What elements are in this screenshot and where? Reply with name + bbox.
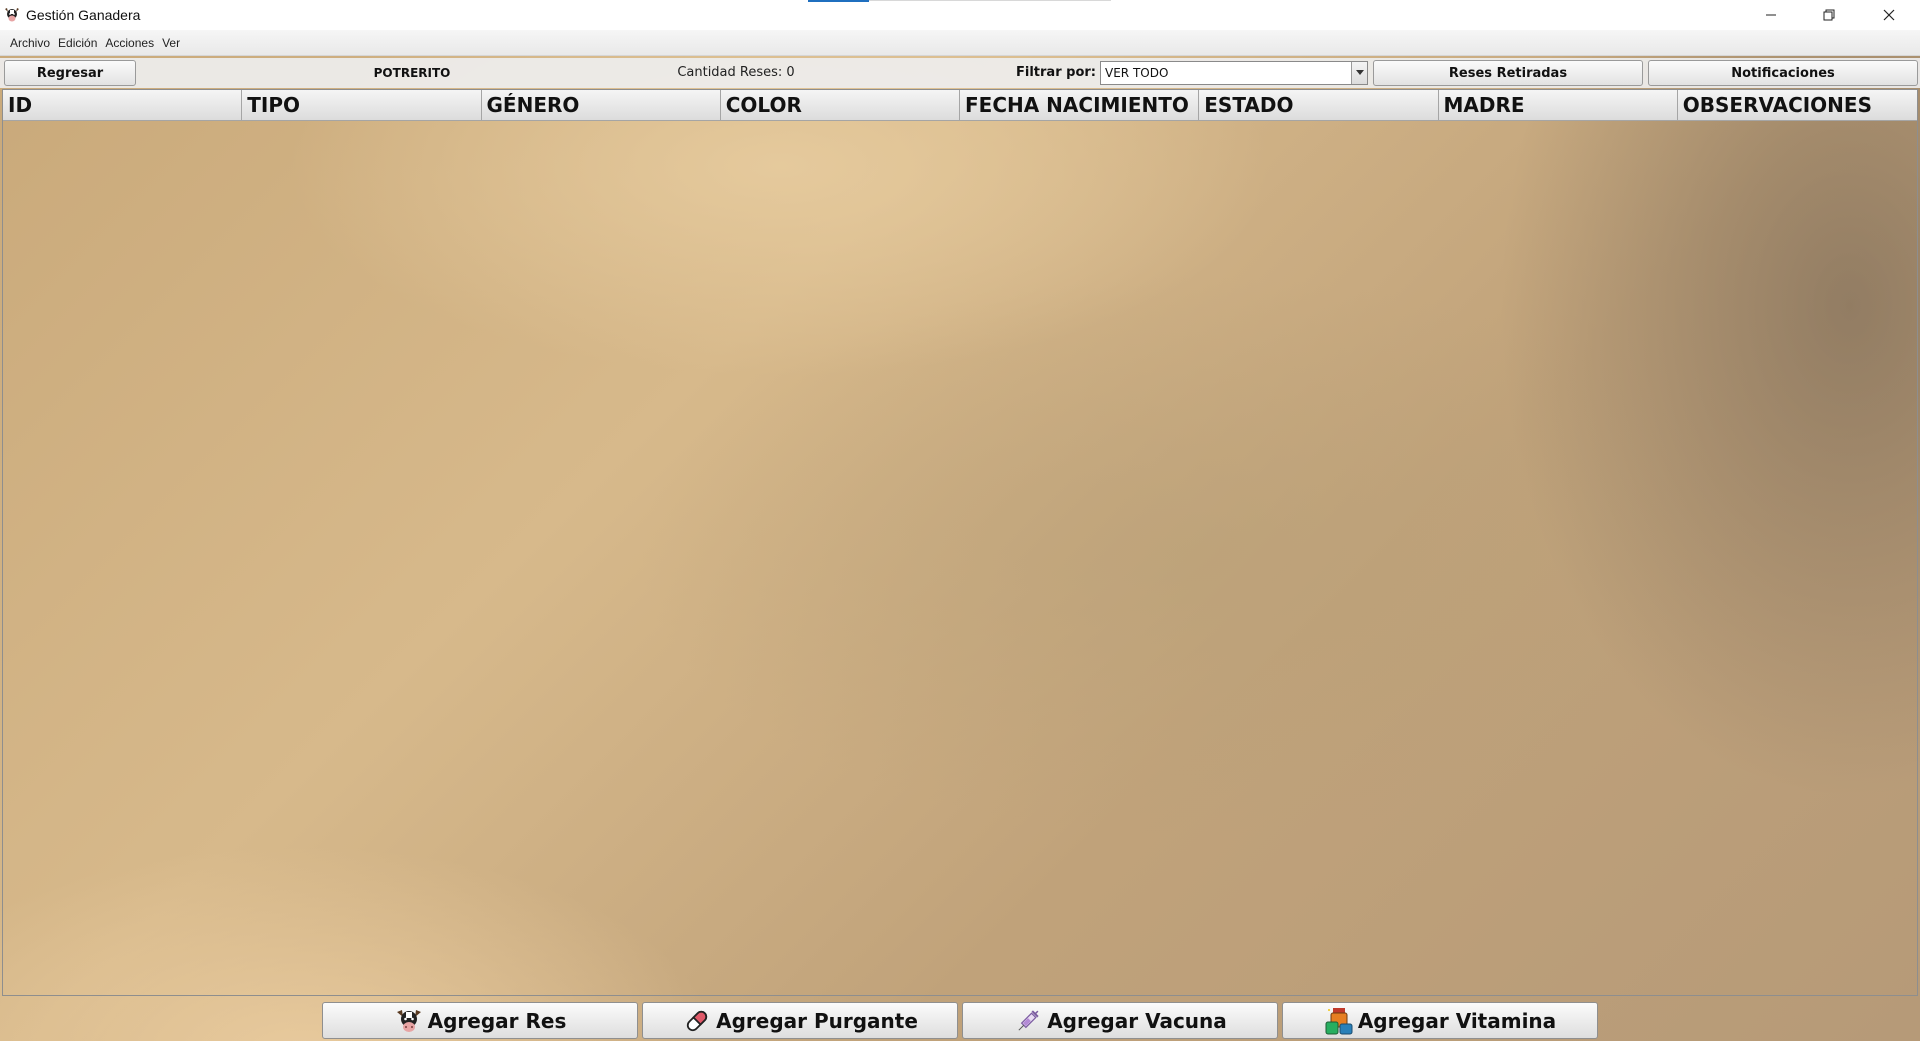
restore-button[interactable] (1800, 0, 1858, 30)
menu-bar: Archivo Edición Acciones Ver (0, 30, 1920, 56)
filter-label: Filtrar por: (1016, 65, 1096, 80)
taskbar-focus-indicator (808, 0, 869, 2)
action-bar: Agregar Res Agregar Purgante Agregar Vac… (0, 1000, 1920, 1041)
table-header: ID TIPO GÉNERO COLOR FECHA NACIMIENTO ES… (3, 90, 1917, 121)
add-vitamina-button[interactable]: Agregar Vitamina (1282, 1002, 1598, 1039)
minimize-button[interactable] (1742, 0, 1800, 30)
add-vacuna-button[interactable]: Agregar Vacuna (962, 1002, 1278, 1039)
window-title: Gestión Ganadera (26, 7, 141, 23)
close-icon (1883, 9, 1895, 21)
add-vacuna-label: Agregar Vacuna (1047, 1008, 1227, 1033)
close-button[interactable] (1858, 0, 1920, 30)
filter-dropdown[interactable]: VER TODO (1100, 61, 1368, 85)
vitamin-bottles-icon (1324, 1006, 1354, 1036)
column-header-madre[interactable]: MADRE (1438, 90, 1678, 121)
syringe-icon (1013, 1006, 1043, 1036)
cow-head-icon (3, 6, 21, 24)
column-header-estado[interactable]: ESTADO (1199, 90, 1439, 121)
add-res-button[interactable]: Agregar Res (322, 1002, 638, 1039)
notifications-button[interactable]: Notificaciones (1648, 60, 1918, 86)
add-vitamina-label: Agregar Vitamina (1357, 1008, 1557, 1033)
add-res-label: Agregar Res (427, 1008, 567, 1033)
column-header-fecha-nacimiento[interactable]: FECHA NACIMIENTO (960, 90, 1200, 121)
restore-icon (1823, 9, 1835, 21)
table-body[interactable] (3, 121, 1917, 995)
back-button[interactable]: Regresar (4, 60, 136, 86)
column-header-observaciones[interactable]: OBSERVACIONES (1677, 90, 1917, 121)
column-header-color[interactable]: COLOR (720, 90, 960, 121)
menu-archivo[interactable]: Archivo (6, 36, 54, 50)
cattle-table: ID TIPO GÉNERO COLOR FECHA NACIMIENTO ES… (2, 89, 1918, 996)
retired-cattle-button[interactable]: Reses Retiradas (1373, 60, 1643, 86)
cow-head-icon (394, 1006, 424, 1036)
menu-acciones[interactable]: Acciones (101, 36, 158, 50)
pill-icon (682, 1006, 712, 1036)
add-purgante-label: Agregar Purgante (716, 1008, 918, 1033)
menu-ver[interactable]: Ver (158, 36, 184, 50)
taskbar-focus-track (869, 0, 1111, 1)
add-purgante-button[interactable]: Agregar Purgante (642, 1002, 958, 1039)
chevron-down-icon[interactable] (1351, 62, 1367, 84)
filter-selected-value: VER TODO (1105, 66, 1169, 80)
title-bar: Gestión Ganadera (0, 0, 1920, 30)
column-header-tipo[interactable]: TIPO (242, 90, 482, 121)
menu-edicion[interactable]: Edición (54, 36, 101, 50)
column-header-genero[interactable]: GÉNERO (481, 90, 721, 121)
minimize-icon (1766, 14, 1776, 16)
cattle-count: Cantidad Reses: 0 (677, 65, 795, 80)
column-header-id[interactable]: ID (3, 90, 243, 121)
paddock-name: POTRERITO (373, 66, 451, 80)
toolbar: Regresar POTRERITO Cantidad Reses: 0 Fil… (0, 58, 1920, 88)
